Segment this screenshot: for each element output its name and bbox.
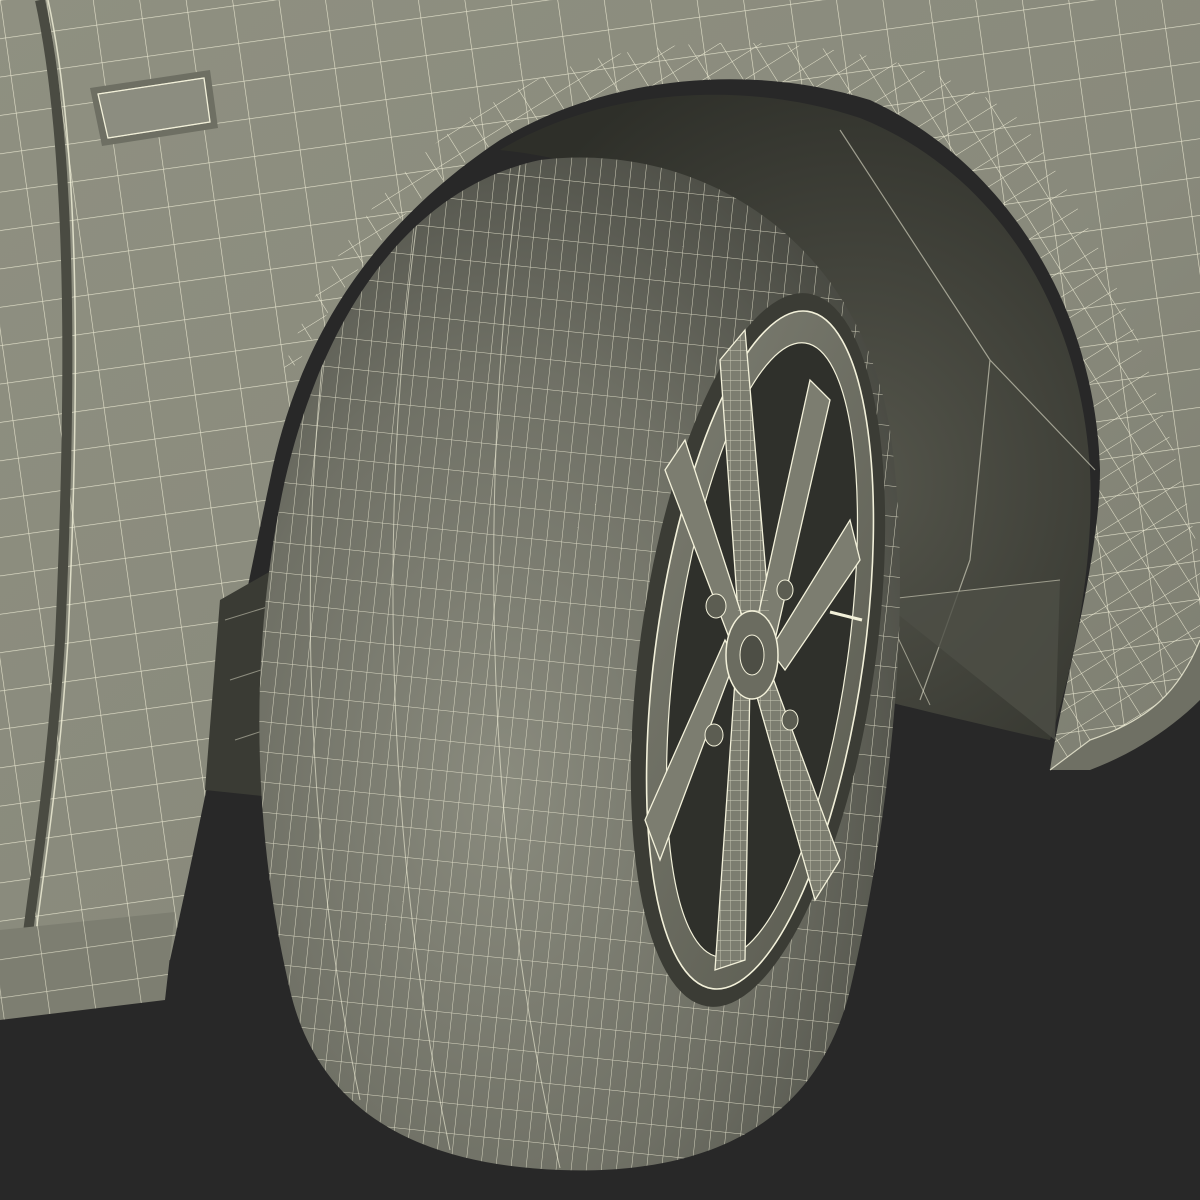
render-viewport (0, 0, 1200, 1200)
wireframe-render (0, 0, 1200, 1200)
